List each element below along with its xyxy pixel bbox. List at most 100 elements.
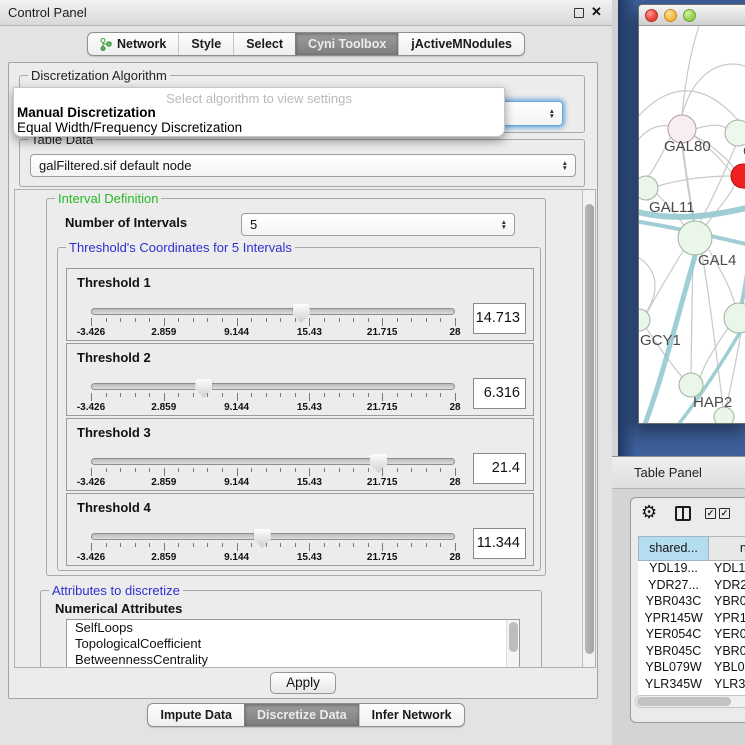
close-icon[interactable]: ✕ [591, 4, 602, 20]
tab-style[interactable]: Style [178, 33, 233, 55]
slider-tick-labels: -3.4262.8599.14415.4321.71528 [91, 327, 455, 339]
network-edge [700, 327, 729, 377]
network-node-gal4[interactable] [678, 221, 712, 255]
tab-impute-data[interactable]: Impute Data [148, 704, 244, 726]
attributes-list-scrollbar[interactable] [506, 620, 519, 668]
cell-name[interactable]: YBL0 [709, 660, 745, 677]
threshold-box-4: Threshold 4-3.4262.8599.14415.4321.71528… [66, 493, 534, 566]
table-row[interactable]: YBR043CYBR0 [638, 594, 745, 611]
network-node-h[interactable] [724, 303, 745, 333]
cell-name[interactable]: YDR2 [709, 578, 745, 595]
threshold-value-field[interactable]: 6.316 [473, 378, 526, 409]
table-row[interactable]: YDL19...YDL1 [638, 561, 745, 578]
cell-shared-name[interactable]: YBR043C [638, 594, 709, 611]
cell-name[interactable]: YPR1 [709, 611, 745, 628]
cell-shared-name[interactable]: YBL079W [638, 660, 709, 677]
threshold-value-field[interactable]: 21.4 [473, 453, 526, 484]
cytoscape-app: Control Panel ✕ Network Style Select Cyni T… [0, 0, 745, 745]
interval-definition-group: Interval Definition Number of Intervals … [46, 198, 546, 576]
close-traffic-light-icon[interactable] [645, 9, 658, 22]
slider-tick-labels: -3.4262.8599.14415.4321.71528 [91, 477, 455, 489]
tab-cyni-toolbox[interactable]: Cyni Toolbox [295, 33, 398, 55]
cell-name[interactable]: YBR0 [709, 594, 745, 611]
split-columns-icon[interactable] [675, 506, 691, 521]
tab-label: Style [191, 37, 221, 51]
tab-network[interactable]: Network [88, 33, 178, 55]
float-window-icon[interactable] [574, 8, 584, 18]
apply-button[interactable]: Apply [270, 672, 336, 694]
table-row[interactable]: YPR145WYPR1 [638, 611, 745, 628]
cell-shared-name[interactable]: YPR145W [638, 611, 709, 628]
network-edge [647, 251, 683, 313]
cell-name[interactable]: YDL1 [709, 561, 745, 578]
table-horizontal-scrollbar[interactable] [635, 695, 745, 708]
attributes-group: Attributes to discretize Numerical Attri… [40, 590, 542, 668]
threshold-value-field[interactable]: 11.344 [473, 528, 526, 559]
checked-checkbox-icon[interactable]: ✓ [705, 508, 716, 519]
cell-name[interactable]: YBR0 [709, 644, 745, 661]
node-label-gal11: GAL11 [649, 199, 695, 216]
dropdown-placeholder: Select algorithm to view settings [14, 88, 504, 105]
attribute-item-betweennesscentrality[interactable]: BetweennessCentrality [67, 652, 519, 668]
number-of-intervals-label: Number of Intervals [65, 215, 187, 230]
tab-discretize-data[interactable]: Discretize Data [244, 704, 359, 726]
zoom-traffic-light-icon[interactable] [683, 9, 696, 22]
gear-icon[interactable]: ⚙ [641, 502, 657, 523]
network-node-gcy1[interactable] [639, 309, 650, 331]
stepper-arrows-icon: ▲▼ [501, 214, 507, 235]
table-data-value: galFiltered.sif default node [39, 158, 191, 173]
cell-shared-name[interactable]: YDR27... [638, 578, 709, 595]
dropdown-option-manual-discretization[interactable]: Manual Discretization [14, 105, 504, 120]
tab-infer-network[interactable]: Infer Network [359, 704, 464, 726]
slider-ticks [91, 318, 455, 327]
dropdown-option-equal-width-frequency-discretization[interactable]: Equal Width/Frequency Discretization [14, 120, 504, 135]
cell-shared-name[interactable]: YLR345W [638, 677, 709, 694]
network-view-window: GAL80GCGAL11GAL4GCY1HHAP2 [638, 4, 745, 424]
threshold-label: Threshold 3 [77, 425, 151, 440]
threshold-value-field[interactable]: 14.713 [473, 303, 526, 334]
number-of-intervals-combobox[interactable]: 5 ▲▼ [241, 213, 515, 236]
panel-title: Control Panel [8, 5, 87, 20]
table-row[interactable]: YBR045CYBR0 [638, 644, 745, 661]
tab-label: Impute Data [160, 708, 232, 722]
dropdown-options: Manual DiscretizationEqual Width/Frequen… [14, 105, 504, 135]
cell-name[interactable]: YER0 [709, 627, 745, 644]
settings-vertical-scrollbar[interactable] [582, 190, 595, 667]
tab-jactivemnodules[interactable]: jActiveMNodules [398, 33, 524, 55]
column-header-name[interactable]: n... [709, 536, 745, 561]
control-panel-titlebar: Control Panel ✕ [0, 0, 612, 26]
threshold-box-3: Threshold 3 -3.4262.8599.14415.4321.71528… [66, 418, 534, 491]
slider-track[interactable] [91, 458, 455, 465]
table-row[interactable]: YLR345WYLR3 [638, 677, 745, 694]
cell-shared-name[interactable]: YDL19... [638, 561, 709, 578]
table-data-group: Table Data galFiltered.sif default node … [19, 139, 585, 187]
bottom-tab-segments: Impute Data Discretize DataInfer Network [147, 703, 464, 727]
attribute-item-selfloops[interactable]: SelfLoops [67, 620, 519, 636]
column-header-shared-name[interactable]: shared... [638, 536, 709, 561]
minimize-traffic-light-icon[interactable] [664, 9, 677, 22]
cell-name[interactable]: YLR3 [709, 677, 745, 694]
table-row[interactable]: YDR27...YDR2 [638, 578, 745, 595]
network-node-c[interactable] [731, 164, 745, 188]
network-node-gal11[interactable] [639, 176, 658, 200]
tab-label: Select [246, 37, 283, 51]
checked-checkbox-icon[interactable]: ✓ [719, 508, 730, 519]
tab-select[interactable]: Select [233, 33, 295, 55]
network-edge [682, 64, 745, 115]
attribute-item-topologicalcoefficient[interactable]: TopologicalCoefficient [67, 636, 519, 652]
slider-track[interactable] [91, 383, 455, 390]
numerical-attributes-list[interactable]: SelfLoopsTopologicalCoefficientBetweenne… [66, 619, 520, 668]
slider-track[interactable] [91, 533, 455, 540]
discretization-algorithm-label: Discretization Algorithm [28, 68, 170, 83]
cyni-toolbox-panel: Discretization Algorithm ▲▼ Select algor… [8, 62, 598, 699]
cell-shared-name[interactable]: YBR045C [638, 644, 709, 661]
network-graph[interactable]: GAL80GCGAL11GAL4GCY1HHAP2 [639, 26, 745, 424]
slider-ticks [91, 393, 455, 402]
network-node-g[interactable] [725, 120, 745, 146]
cell-shared-name[interactable]: YER054C [638, 627, 709, 644]
slider-track[interactable] [91, 308, 455, 315]
table-row[interactable]: YER054CYER0 [638, 627, 745, 644]
table-data-combobox[interactable]: galFiltered.sif default node ▲▼ [30, 154, 576, 177]
table-row[interactable]: YBL079WYBL0 [638, 660, 745, 677]
node-table: shared... n... YDL19...YDL1YDR27...YDR2Y… [638, 536, 745, 695]
